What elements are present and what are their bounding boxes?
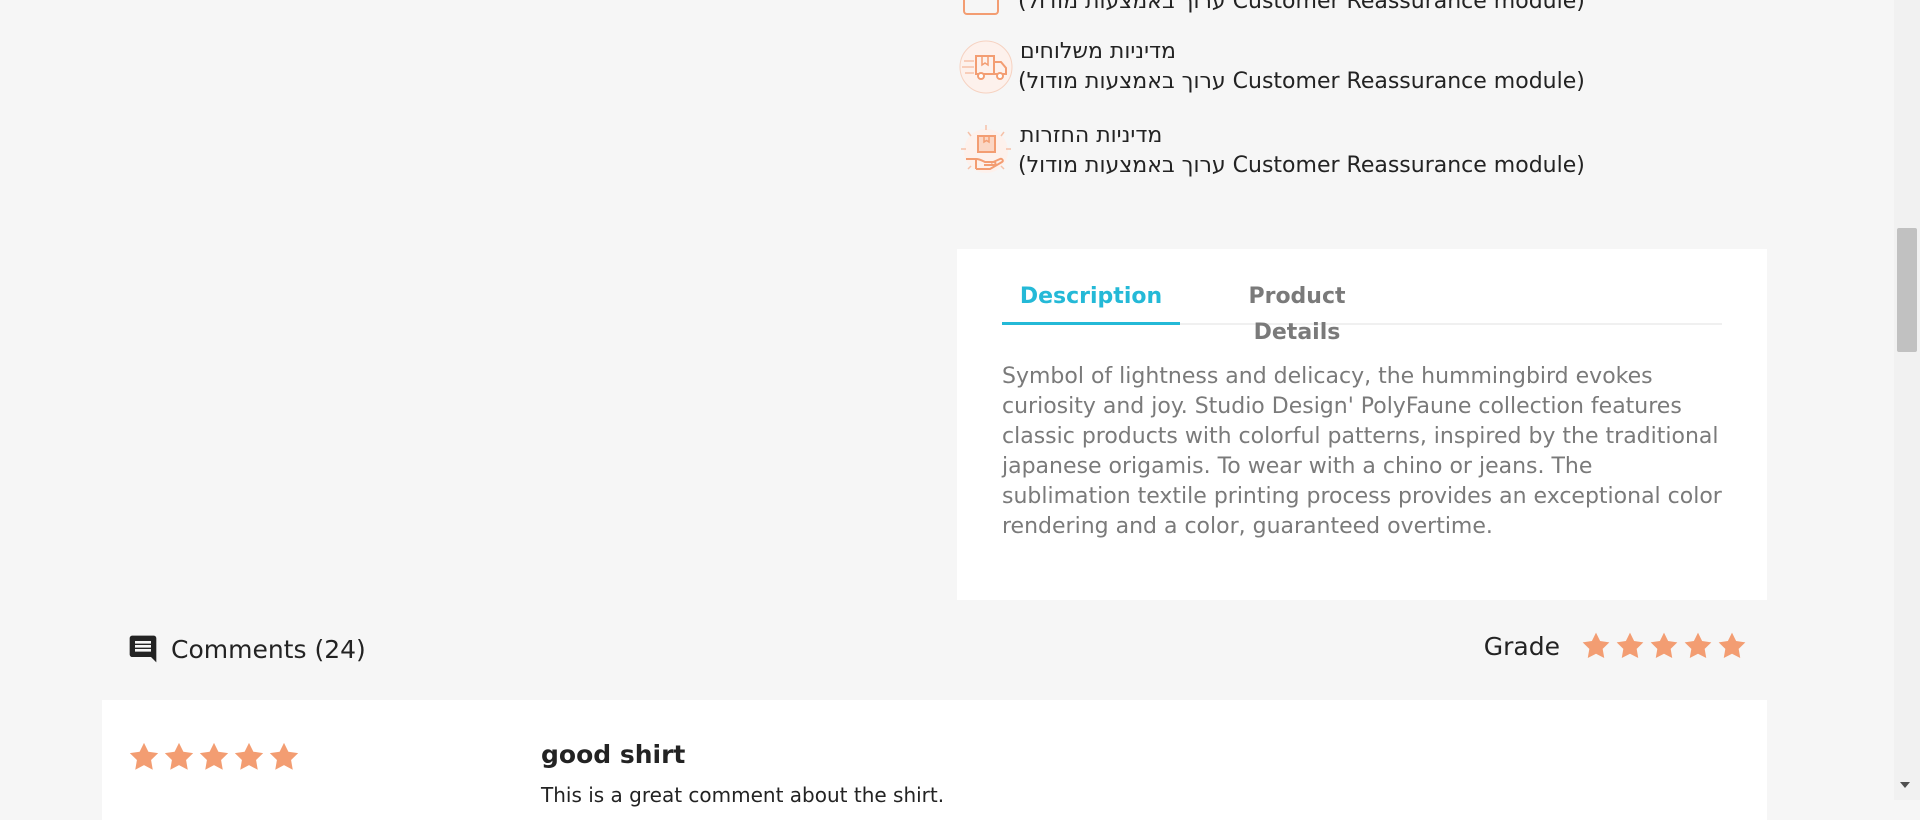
grade-block: Grade [1484,630,1748,662]
product-description: Symbol of lightness and delicacy, the hu… [1002,364,1722,539]
security-icon [963,0,999,15]
star-icon [1684,632,1712,659]
star-icon [129,742,159,770]
review-title: good shirt [541,740,686,769]
star-icon [234,742,264,770]
star-icon [1650,632,1678,659]
reassurance-text: מדיניות משלוחים (ערוך באמצעות מודול Cust… [1018,37,1585,97]
reassurance-title: מדיניות משלוחים [1020,39,1176,64]
reassurance-item-shipping: מדיניות משלוחים (ערוך באמצעות מודול Cust… [958,37,1585,97]
review-body: This is a great comment about the shirt. [541,783,945,807]
reassurance-desc: (ערוך באמצעות מודול Customer Reassurance… [1018,153,1585,178]
tab-product-details[interactable]: Product Details [1207,279,1387,345]
review-rating-stars [127,740,302,774]
tabs-nav: Description Product Details [1002,279,1722,345]
grade-stars [1578,630,1748,662]
return-package-icon [961,125,1011,173]
star-icon [164,742,194,770]
delivery-truck-icon [959,40,1013,94]
star-icon [269,742,299,770]
comments-header: Comments (24) [127,633,366,665]
scrollbar-thumb[interactable] [1897,228,1917,352]
product-tabs-card: Description Product Details Symbol of li… [957,249,1767,600]
reassurance-text: (ערוך באמצעות מודול Customer Reassurance… [1018,0,1585,17]
reassurance-desc: (ערוך באמצעות מודול Customer Reassurance… [1018,0,1585,14]
tab-description[interactable]: Description [1002,279,1180,325]
star-icon [199,742,229,770]
reassurance-item-returns: מדיניות החזרות (ערוך באמצעות מודול Custo… [958,121,1585,181]
star-icon [1616,632,1644,659]
star-icon [1582,632,1610,659]
reassurance-title: מדיניות החזרות [1020,123,1163,148]
review-card: good shirt This is a great comment about… [102,700,1767,820]
grade-label: Grade [1483,631,1560,661]
comments-title: Comments (24) [171,634,366,664]
reassurance-desc: (ערוך באמצעות מודול Customer Reassurance… [1018,69,1585,94]
scrollbar-track[interactable] [1894,0,1920,800]
comment-icon [129,635,157,663]
reassurance-text: מדיניות החזרות (ערוך באמצעות מודול Custo… [1018,121,1585,181]
star-icon [1718,632,1746,659]
scroll-down-arrow[interactable] [1900,782,1910,788]
reassurance-item-security: (ערוך באמצעות מודול Customer Reassurance… [958,0,1585,30]
